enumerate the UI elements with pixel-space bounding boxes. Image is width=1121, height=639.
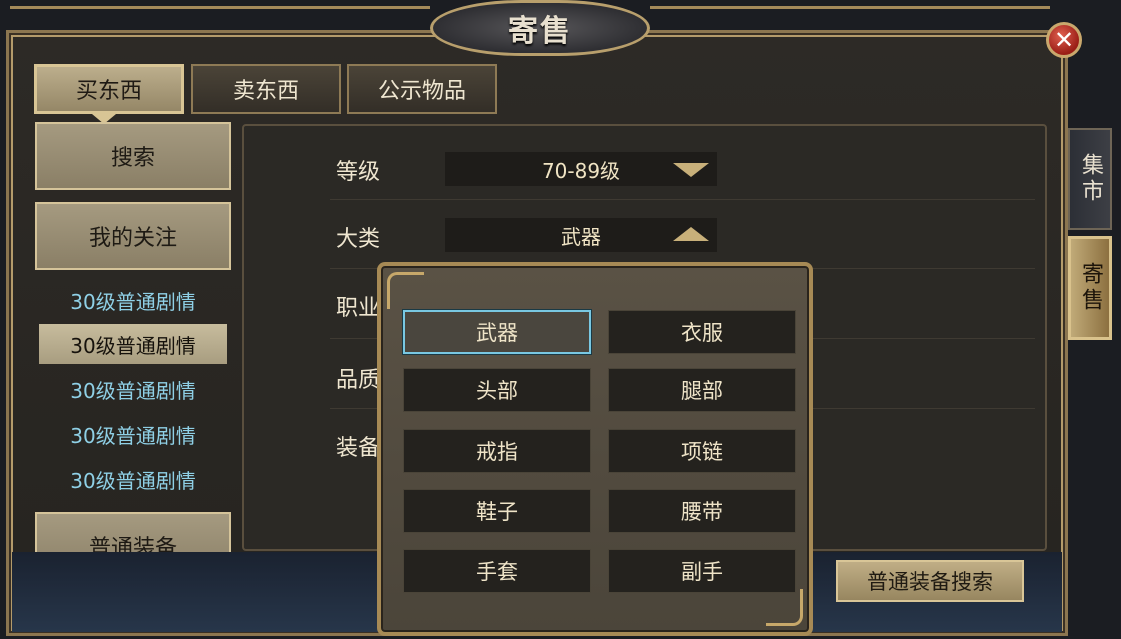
level-label: 等级	[336, 160, 381, 185]
search-button-label: 普通装备搜索	[867, 570, 993, 594]
title-plate: 寄售	[430, 0, 650, 56]
normal-equipment-search-button[interactable]: 普通装备搜索	[836, 560, 1024, 602]
dropdown-option[interactable]: 衣服	[608, 310, 796, 354]
dropdown-option[interactable]: 腿部	[608, 368, 796, 412]
sidebar-item[interactable]: 30级普通剧情	[39, 369, 227, 409]
category-label: 大类	[336, 227, 381, 252]
window-title: 寄售	[508, 14, 572, 49]
sidebar-item-label: 30级普通剧情	[70, 378, 196, 403]
category-select[interactable]: 武器	[445, 218, 717, 252]
dropdown-option-label: 衣服	[681, 321, 723, 345]
dropdown-option-selected[interactable]: 武器	[403, 310, 591, 354]
tab-market[interactable]: 集市	[1068, 128, 1112, 230]
tab-consign[interactable]: 寄售	[1068, 236, 1112, 340]
dropdown-option[interactable]: 副手	[608, 549, 796, 593]
sidebar-normal-equipment-button[interactable]: 普通装备	[35, 512, 231, 552]
ornament-corner-icon	[766, 589, 803, 626]
level-value: 70-89级	[541, 158, 621, 183]
equip-label: 装备	[336, 436, 381, 461]
tab-consign-label: 寄售	[1078, 262, 1103, 314]
category-value: 武器	[561, 224, 601, 249]
dropdown-option-label: 戒指	[476, 440, 518, 464]
sidebar-item[interactable]: 30级普通剧情	[39, 280, 227, 320]
sidebar-favorites-label: 我的关注	[88, 226, 177, 251]
dropdown-option[interactable]: 项链	[608, 429, 796, 473]
dropdown-option-label: 手套	[476, 560, 518, 584]
level-select[interactable]: 70-89级	[445, 152, 717, 186]
dropdown-option[interactable]: 鞋子	[403, 489, 591, 533]
dropdown-option-label: 腿部	[681, 379, 723, 403]
sidebar-favorites-button[interactable]: 我的关注	[35, 202, 231, 270]
title-ornament-left	[10, 6, 430, 49]
dropdown-option-label: 项链	[681, 440, 723, 464]
dropdown-option[interactable]: 头部	[403, 368, 591, 412]
sidebar-item-label: 30级普通剧情	[70, 333, 196, 358]
category-dropdown-popup: 武器 衣服 头部 腿部 戒指 项链 鞋子 腰带 手套 副手	[377, 262, 813, 636]
sidebar-search-label: 搜索	[110, 146, 155, 171]
row-divider	[330, 199, 1035, 200]
class-label: 职业	[336, 296, 381, 321]
tab-sell[interactable]: 卖东西	[191, 64, 341, 114]
tab-buy[interactable]: 买东西	[34, 64, 184, 114]
quality-label: 品质	[336, 368, 381, 393]
dropdown-option-label: 副手	[681, 560, 723, 584]
sidebar-search-button[interactable]: 搜索	[35, 122, 231, 190]
sidebar-item-label: 30级普通剧情	[70, 289, 196, 314]
tab-sell-label: 卖东西	[232, 79, 299, 104]
title-ornament-right	[650, 6, 1050, 49]
dropdown-option-label: 武器	[476, 321, 518, 345]
dropdown-option[interactable]: 腰带	[608, 489, 796, 533]
tab-public-items[interactable]: 公示物品	[347, 64, 497, 114]
dropdown-option-label: 头部	[476, 379, 518, 403]
chevron-up-icon	[673, 227, 709, 241]
close-button[interactable]: ✕	[1046, 22, 1082, 58]
dropdown-option[interactable]: 手套	[403, 549, 591, 593]
sidebar-item[interactable]: 30级普通剧情	[39, 459, 227, 499]
dropdown-option-label: 鞋子	[476, 500, 518, 524]
sidebar-item-label: 30级普通剧情	[70, 468, 196, 493]
tab-market-label: 集市	[1078, 153, 1103, 205]
sidebar-item[interactable]: 30级普通剧情	[39, 414, 227, 454]
sidebar: 搜索 我的关注 30级普通剧情 30级普通剧情 30级普通剧情 30级普通剧情 …	[35, 122, 231, 552]
sidebar-item-label: 30级普通剧情	[70, 423, 196, 448]
tab-buy-label: 买东西	[75, 79, 142, 104]
dropdown-option-label: 腰带	[681, 500, 723, 524]
chevron-down-icon	[673, 163, 709, 177]
sidebar-normal-equipment-label: 普通装备	[88, 536, 177, 552]
tab-public-items-label: 公示物品	[377, 79, 466, 104]
close-icon: ✕	[1053, 26, 1075, 54]
ornament-corner-icon	[387, 272, 424, 309]
dropdown-option[interactable]: 戒指	[403, 429, 591, 473]
sidebar-item-selected[interactable]: 30级普通剧情	[39, 324, 227, 364]
